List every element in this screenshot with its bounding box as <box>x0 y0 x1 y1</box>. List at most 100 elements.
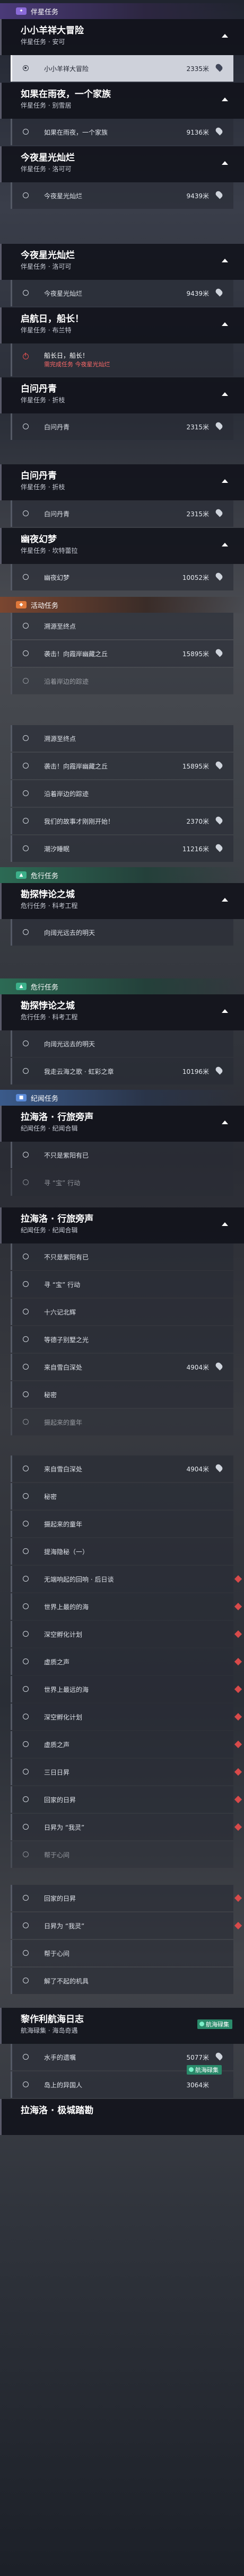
quest-step-row[interactable]: 小小羊祥大冒险 2335米 <box>11 55 233 82</box>
quest-step-row[interactable]: 岛上的异国人 3064米 航海碌集 <box>11 2065 233 2098</box>
quest-step-row[interactable]: 十六记北辉 <box>11 1299 233 1325</box>
quest-step-row[interactable]: 提海隐秘（一） <box>11 1538 233 1565</box>
quest-step-row[interactable]: 我们的故事才刚刚开始！ 2370米 <box>11 808 233 834</box>
chevron-up-icon[interactable] <box>222 1121 228 1124</box>
chevron-up-icon[interactable] <box>222 161 228 165</box>
location-pin-icon[interactable] <box>214 843 224 852</box>
quest-group-header[interactable]: 黎作利航海日志 航海碌集 · 海岛奇遇 航海碌集 <box>0 2008 244 2044</box>
quest-step-row[interactable]: 秘密 <box>11 1381 233 1408</box>
radio-icon <box>23 1548 29 1554</box>
quest-step-row[interactable]: 三日日昇 <box>11 1759 242 1785</box>
quest-step-row[interactable]: 向阔光远去的明天 <box>11 1030 233 1057</box>
quest-step-row[interactable]: 帮于心间 <box>11 1841 233 1868</box>
quest-step-row[interactable]: 袭击！向霞岸幽藏之丘 15895米 <box>11 640 233 667</box>
quest-step-label: 提海隐秘（一） <box>44 1548 89 1556</box>
location-pin-icon[interactable] <box>214 126 224 136</box>
quest-step-row[interactable]: 不只是紫阳有已 <box>11 1142 233 1168</box>
chevron-up-icon[interactable] <box>222 898 228 902</box>
location-pin-icon[interactable] <box>214 190 224 199</box>
quest-step-row[interactable]: 帮于心间 <box>11 1940 233 1966</box>
quest-step-row[interactable]: 回家的日昇 <box>11 1885 242 1911</box>
quest-step-row[interactable]: 白问丹青 2315米 <box>11 413 233 440</box>
quest-step-row[interactable]: 无端响起的回响 · 后日谈 <box>11 1566 242 1592</box>
quest-step-row[interactable]: 秘密 <box>11 1483 233 1510</box>
quest-group-header[interactable]: 启航日，船长！ 伴星任务 · 布兰特 <box>0 307 244 343</box>
quest-step-row[interactable]: 袭击！向霞岸幽藏之丘 15895米 <box>11 753 233 779</box>
chevron-up-icon[interactable] <box>222 479 228 483</box>
quest-step-row[interactable]: 深空孵化计划 <box>11 1621 242 1647</box>
quest-step-label: 深空孵化计划 <box>44 1630 83 1638</box>
quest-step-row[interactable]: 虚质之声 <box>11 1648 242 1675</box>
quest-step-row[interactable]: 幽夜幻梦 10052米 <box>11 564 233 590</box>
quest-group-header[interactable]: 今夜星光灿烂 伴星任务 · 洛可可 <box>0 146 244 182</box>
location-pin-icon[interactable] <box>214 1361 224 1371</box>
quest-group-header[interactable]: 拉海洛 · 行旅旁声 纪闻任务 · 纪闻合辑 <box>0 1207 244 1243</box>
radio-icon <box>23 678 29 684</box>
radio-icon <box>23 1631 29 1637</box>
location-pin-icon[interactable] <box>214 815 224 825</box>
quest-step-row[interactable]: 今夜星光灿烂 9439米 <box>11 182 233 209</box>
chevron-up-icon[interactable] <box>222 1222 228 1226</box>
quest-step-row[interactable]: 今夜星光灿烂 9439米 <box>11 280 233 306</box>
quest-group-header[interactable]: 白问丹青 伴星任务 · 折枝 <box>0 464 244 500</box>
quest-step-row-locked[interactable]: 船长日，船长！ 需完成任务 今夜星光灿烂 <box>11 343 233 376</box>
chevron-up-icon[interactable] <box>222 1009 228 1013</box>
quest-step-row[interactable]: 溯源至终点 <box>11 613 233 639</box>
chevron-up-icon[interactable] <box>222 392 228 396</box>
quest-group-header[interactable]: 拉海洛 · 行旅旁声 纪闻任务 · 纪闻合辑 <box>0 1106 244 1142</box>
quest-step-row[interactable]: 解了不起的机具 <box>11 1968 233 1994</box>
quest-step-row[interactable]: 沿着岸边的踪迹 <box>11 780 233 807</box>
quest-step-row[interactable]: 潮汐睡眠 11216米 <box>11 835 233 862</box>
quest-group-header[interactable]: 勘探悖论之城 危行任务 · 科考工程 <box>0 883 244 919</box>
quest-step-row[interactable]: 沿着岸边的踪迹 <box>11 668 233 694</box>
location-pin-icon[interactable] <box>214 760 224 770</box>
quest-step-row[interactable]: 日昇为 “我灵” <box>11 1814 242 1840</box>
quest-step-row[interactable]: 寻 “宝” 行动 <box>11 1169 233 1196</box>
radio-icon <box>23 845 29 851</box>
quest-step-label: 向阔光远去的明天 <box>44 1040 95 1048</box>
quest-step-row[interactable]: 向阔光远去的明天 <box>11 919 233 946</box>
location-pin-icon[interactable] <box>214 648 224 657</box>
quest-group-header[interactable]: 勘探悖论之城 危行任务 · 科考工程 <box>0 994 244 1030</box>
chevron-up-icon[interactable] <box>222 322 228 326</box>
quest-group-header[interactable]: 如果在雨夜，一个家族 伴星任务 · 别雪居 <box>0 83 244 119</box>
quest-step-row[interactable]: 白问丹青 2315米 <box>11 500 233 527</box>
location-pin-icon[interactable] <box>214 421 224 430</box>
quest-group-header[interactable]: 幽夜幻梦 伴星任务 · 坎特蕾拉 <box>0 528 244 564</box>
quest-step-row[interactable]: 日昇为 “我灵” <box>11 1912 242 1939</box>
quest-step-row[interactable]: 世界上最的的海 <box>11 1593 242 1620</box>
section-header-event: ◆ 活动任务 <box>0 597 244 613</box>
quest-step-label: 秘密 <box>44 1391 57 1399</box>
quest-step-row[interactable]: 世界上最远的海 <box>11 1676 242 1702</box>
chevron-up-icon[interactable] <box>222 259 228 262</box>
location-pin-icon[interactable] <box>214 63 224 72</box>
location-pin-icon[interactable] <box>214 287 224 297</box>
chevron-up-icon[interactable] <box>222 543 228 546</box>
quest-group-header[interactable]: 今夜星光灿烂 伴星任务 · 洛可可 <box>0 244 244 280</box>
quest-step-row[interactable]: 不只是紫阳有已 <box>11 1243 233 1270</box>
quest-step-row[interactable]: 回家的日昇 <box>11 1786 242 1813</box>
quest-group-header[interactable]: 小小羊祥大冒险 伴星任务 · 安可 <box>0 19 244 55</box>
location-pin-icon[interactable] <box>214 508 224 517</box>
quest-step-row[interactable]: 如果在雨夜，一个家族 9136米 <box>11 119 233 145</box>
quest-step-row[interactable]: 摄起来的童年 <box>11 1409 233 1435</box>
quest-step-row[interactable]: 溯源至终点 <box>11 725 233 752</box>
location-pin-icon[interactable] <box>214 2051 224 2061</box>
quest-step-row[interactable]: 摄起来的童年 <box>11 1511 233 1537</box>
quest-step-row[interactable]: 我走云海之歌 · 虹彩之章 10196米 <box>11 1058 233 1084</box>
quest-subtitle: 伴星任务 · 别雪居 <box>21 102 72 109</box>
quest-step-row[interactable]: 来自雪白深处 4904米 <box>11 1354 233 1380</box>
quest-group-header[interactable]: 拉海洛 · 极城踏勘 <box>0 2099 244 2135</box>
quest-step-row[interactable]: 来自雪白深处 4904米 <box>11 1455 233 1482</box>
quest-group-header[interactable]: 白问丹青 伴星任务 · 折枝 <box>0 377 244 413</box>
location-pin-icon[interactable] <box>214 1065 224 1075</box>
chevron-up-icon[interactable] <box>222 98 228 101</box>
quest-step-row[interactable]: 等德子别墅之光 <box>11 1326 233 1353</box>
quest-step-row[interactable]: 深空孵化计划 <box>11 1704 242 1730</box>
location-pin-icon[interactable] <box>214 571 224 581</box>
location-pin-icon[interactable] <box>214 1463 224 1472</box>
quest-step-row[interactable]: 寻 “宝” 行动 <box>11 1271 233 1298</box>
quest-step-row[interactable]: 虚质之声 <box>11 1731 242 1758</box>
chevron-up-icon[interactable] <box>222 34 228 38</box>
quest-subtitle: 危行任务 · 科考工程 <box>21 902 78 910</box>
